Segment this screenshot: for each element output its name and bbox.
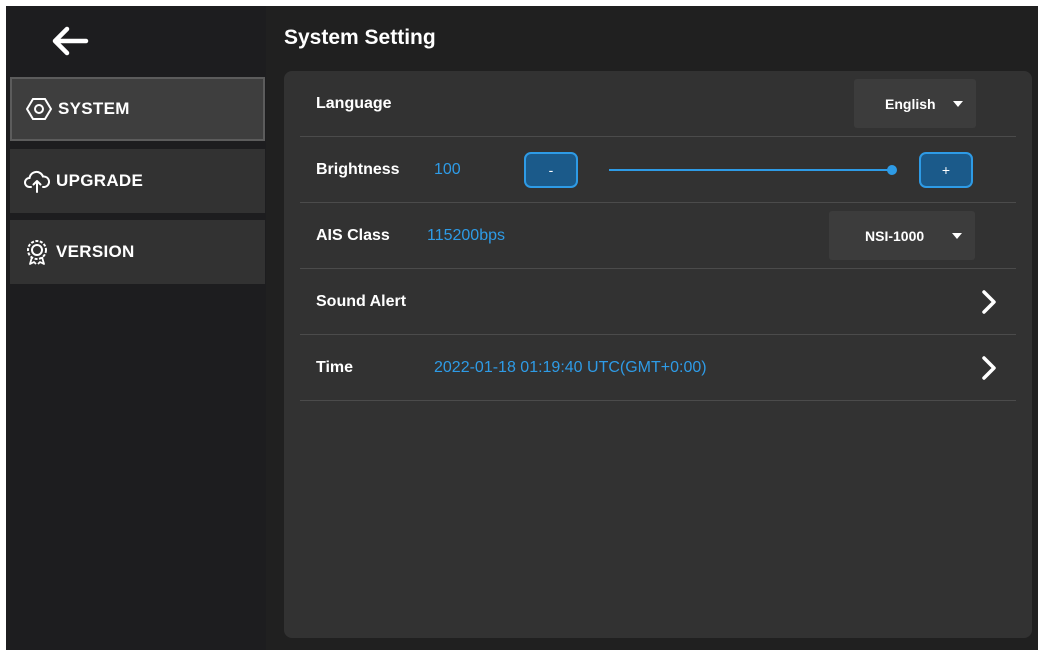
language-row: Language English — [300, 71, 1016, 137]
page-title: System Setting — [284, 26, 436, 49]
chevron-right-icon[interactable] — [980, 289, 998, 315]
ais-class-value: NSI-1000 — [865, 227, 925, 244]
hexagon-nut-icon — [26, 96, 52, 122]
brightness-label: Brightness — [316, 161, 400, 178]
ais-class-label: AIS Class — [316, 227, 390, 244]
sidebar-item-system[interactable]: SYSTEM — [10, 77, 265, 141]
main-content: System Setting Language English Brightne… — [266, 6, 1038, 650]
back-button[interactable] — [42, 16, 98, 66]
chevron-right-icon[interactable] — [980, 355, 998, 381]
sidebar-item-upgrade[interactable]: UPGRADE — [10, 149, 265, 213]
chevron-down-icon — [952, 233, 962, 239]
chevron-down-icon — [953, 101, 963, 107]
brightness-decrease-button[interactable]: - — [524, 152, 578, 188]
brightness-value: 100 — [434, 161, 461, 178]
language-value: English — [885, 95, 936, 112]
time-label: Time — [316, 359, 354, 376]
brightness-slider[interactable] — [609, 169, 892, 171]
brightness-slider-thumb[interactable] — [887, 165, 897, 175]
language-dropdown[interactable]: English — [854, 79, 976, 128]
settings-panel: Language English Brightness 100 - + AIS … — [284, 71, 1032, 638]
badge-ribbon-icon — [24, 239, 50, 265]
app-window: SYSTEM UPGRADE VERSION System Setting La… — [6, 6, 1038, 650]
ais-class-dropdown[interactable]: NSI-1000 — [829, 211, 975, 260]
brightness-increase-button[interactable]: + — [919, 152, 973, 188]
back-arrow-icon — [52, 26, 89, 56]
sidebar-item-label: VERSION — [56, 242, 135, 261]
sidebar-item-label: UPGRADE — [56, 171, 144, 190]
sidebar-item-label: SYSTEM — [58, 99, 130, 118]
time-row[interactable]: Time 2022-01-18 01:19:40 UTC(GMT+0:00) — [300, 335, 1016, 401]
cloud-upload-icon — [24, 168, 50, 194]
ais-class-row: AIS Class 115200bps NSI-1000 — [300, 203, 1016, 269]
language-label: Language — [316, 95, 392, 112]
time-value: 2022-01-18 01:19:40 UTC(GMT+0:00) — [434, 359, 707, 376]
sound-alert-row[interactable]: Sound Alert — [300, 269, 1016, 335]
ais-rate-value: 115200bps — [427, 227, 505, 244]
sound-alert-label: Sound Alert — [316, 293, 407, 310]
sidebar-item-version[interactable]: VERSION — [10, 220, 265, 284]
sidebar: SYSTEM UPGRADE VERSION — [6, 6, 266, 650]
brightness-row: Brightness 100 - + — [300, 137, 1016, 203]
